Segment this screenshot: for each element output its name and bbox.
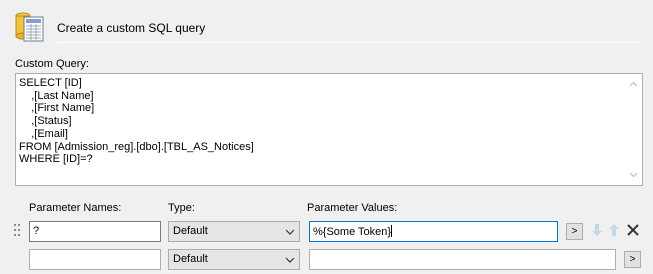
custom-query-text[interactable]: SELECT [ID] ,[Last Name] ,[First Name] ,… (19, 77, 622, 183)
text-caret (391, 225, 393, 237)
page-title: Create a custom SQL query (57, 21, 206, 35)
header-divider (57, 42, 641, 43)
move-down-arrow-icon[interactable] (589, 222, 605, 238)
move-up-arrow-icon[interactable] (606, 222, 622, 238)
chevron-down-icon (285, 255, 295, 263)
parameter-value-input-new[interactable] (309, 249, 616, 270)
chevron-down-icon (285, 227, 295, 235)
type-select-value: Default (173, 253, 208, 265)
custom-query-textarea[interactable]: SELECT [ID] ,[Last Name] ,[First Name] ,… (15, 73, 643, 186)
sql-query-dialog: Create a custom SQL query Custom Query: … (0, 0, 653, 274)
parameter-name-input-new[interactable] (29, 249, 161, 270)
custom-query-label: Custom Query: (15, 58, 89, 70)
parameter-names-header: Parameter Names: (29, 202, 122, 214)
parameter-name-input[interactable]: ? (29, 221, 161, 242)
scroll-up-icon[interactable] (625, 76, 642, 93)
parameter-values-header: Parameter Values: (307, 202, 398, 214)
type-select-value: Default (173, 225, 208, 237)
type-header: Type: (168, 202, 195, 214)
scroll-down-icon[interactable] (625, 166, 642, 183)
drag-handle-icon[interactable] (14, 223, 21, 237)
query-scrollbar[interactable] (625, 74, 642, 185)
database-document-icon (14, 10, 48, 44)
parameter-value-text: %{Some Token} (313, 226, 392, 238)
type-select[interactable]: Default (168, 221, 300, 242)
type-select-new[interactable]: Default (168, 249, 300, 270)
delete-row-icon[interactable] (625, 222, 641, 238)
browse-button-new[interactable]: > (624, 251, 641, 268)
parameter-value-input[interactable]: %{Some Token} (309, 221, 558, 242)
browse-button[interactable]: > (566, 223, 583, 240)
